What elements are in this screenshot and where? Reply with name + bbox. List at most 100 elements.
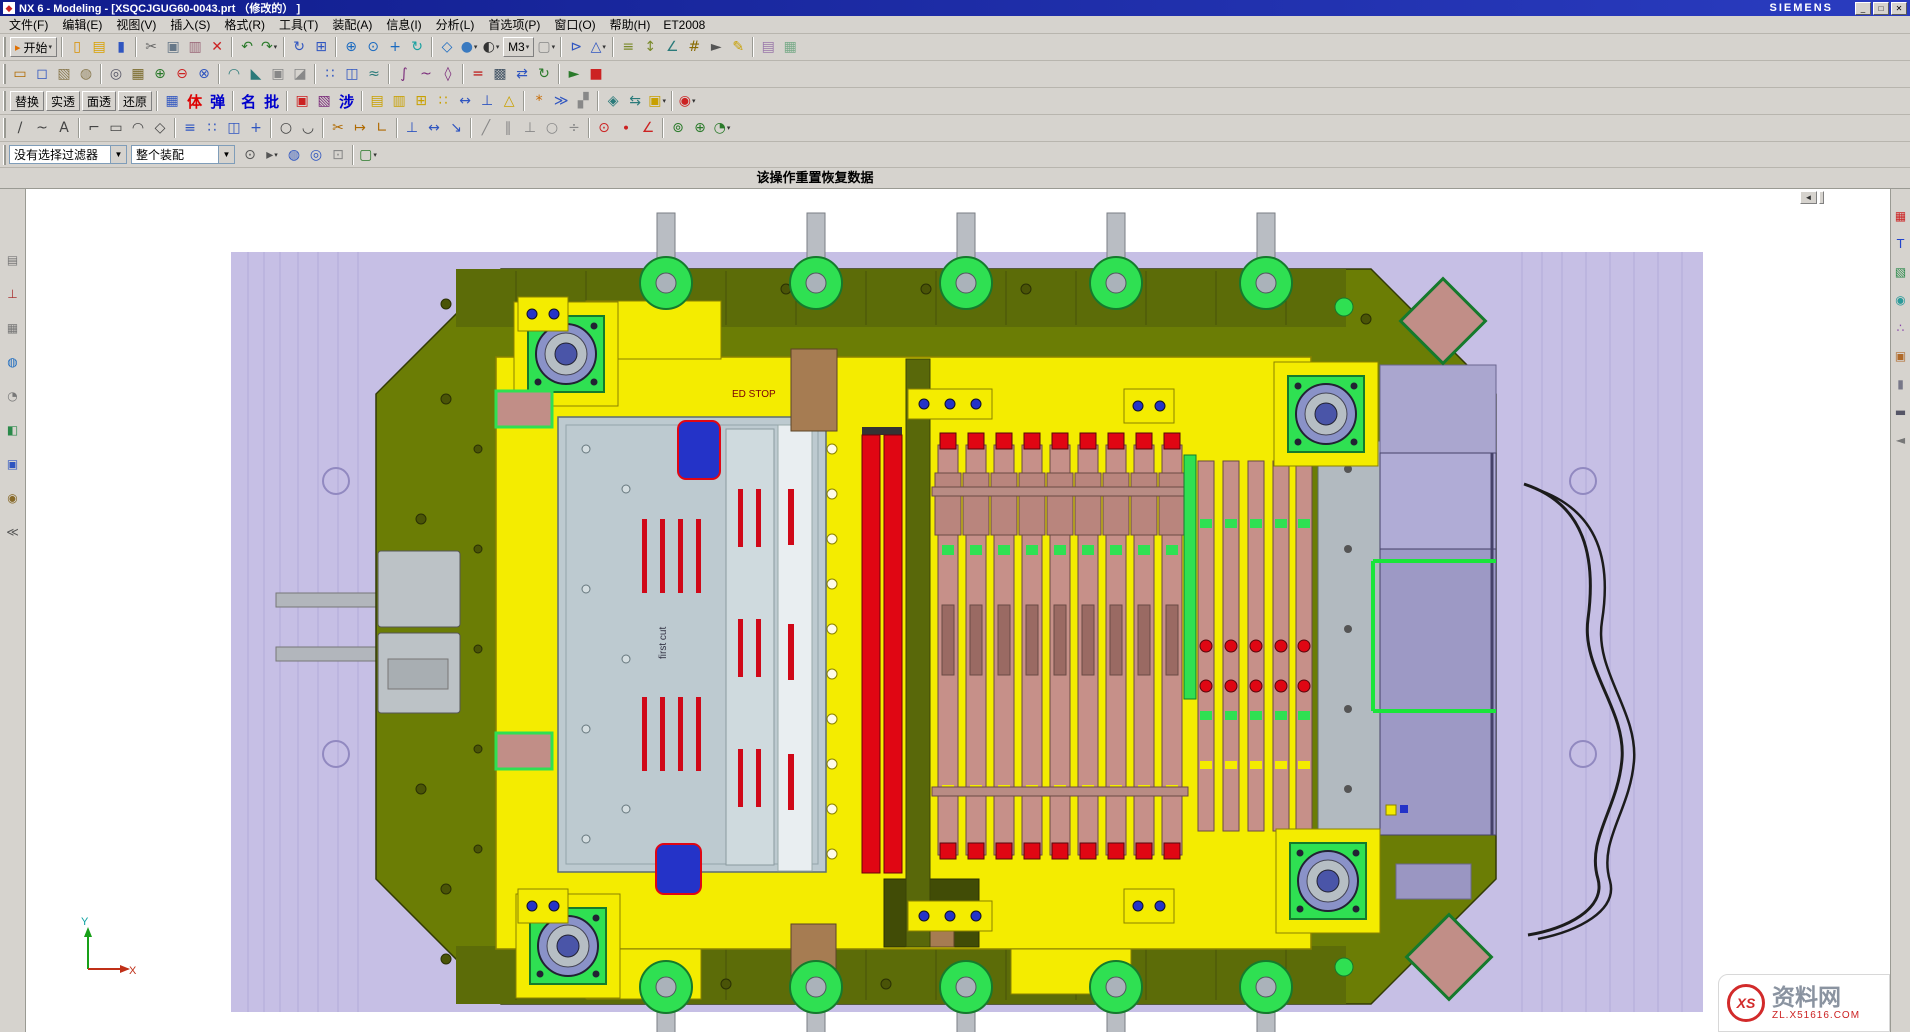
parallel-icon[interactable]: ∥	[497, 117, 519, 139]
menu-item-1[interactable]: 编辑(E)	[55, 16, 109, 33]
menu-item-7[interactable]: 信息(I)	[379, 16, 428, 33]
zoom-in-icon[interactable]: ⊕	[340, 36, 362, 58]
wave-geometry-icon[interactable]: ◈	[602, 90, 624, 112]
replace-reference-set-button[interactable]: 替换	[10, 91, 44, 111]
spring-tool-button[interactable]: 弹	[206, 91, 229, 112]
rotate-view-icon[interactable]: ↻	[406, 36, 428, 58]
new-file-icon[interactable]: ▯	[66, 36, 88, 58]
menu-item-6[interactable]: 装配(A)	[325, 16, 379, 33]
face-translucent-button[interactable]: 面透	[82, 91, 116, 111]
color-tool-icon[interactable]: ▣	[291, 90, 313, 112]
expression-icon[interactable]: =	[467, 63, 489, 85]
polygon-icon[interactable]: ◇	[149, 117, 171, 139]
measure-icon[interactable]: #	[683, 36, 705, 58]
undo-icon[interactable]: ↶	[236, 36, 258, 58]
pin-icon[interactable]: ▮	[1892, 375, 1910, 393]
fit-view-icon[interactable]: ⊞	[310, 36, 332, 58]
mirror-feature-icon[interactable]: ◫	[341, 63, 363, 85]
name-tool-button[interactable]: 名	[237, 91, 260, 112]
work-layer-icon[interactable]: ⊡	[327, 144, 349, 166]
play-icon[interactable]: ►	[563, 63, 585, 85]
drawer-icon[interactable]: ▬	[1892, 403, 1910, 421]
block-icon[interactable]: ▦	[127, 63, 149, 85]
selection-scope-combo[interactable]: 整个装配 ▼	[131, 145, 235, 164]
maximize-button[interactable]: □	[1873, 2, 1889, 15]
show-icon[interactable]: ◎	[305, 144, 327, 166]
chevron-down-icon[interactable]: ▼	[218, 146, 234, 163]
remember-constraints-icon[interactable]: △	[498, 90, 520, 112]
visibility-icon[interactable]: ▧	[313, 90, 335, 112]
menu-item-10[interactable]: 窗口(O)	[547, 16, 602, 33]
trim-body-icon[interactable]: ◪	[289, 63, 311, 85]
wireframe-toggle-icon[interactable]: ▦	[161, 90, 183, 112]
circle-3pt-icon[interactable]: ⊚	[667, 117, 689, 139]
solid-translucent-button[interactable]: 实透	[46, 91, 80, 111]
pocket-icon[interactable]: ▣	[1892, 347, 1910, 365]
text-icon[interactable]: A	[53, 117, 75, 139]
cut-icon[interactable]: ✂	[140, 36, 162, 58]
update-icon[interactable]: ↻	[533, 63, 555, 85]
angle-icon[interactable]: ∠	[637, 117, 659, 139]
toolbar-grip[interactable]	[3, 118, 6, 138]
ruled-icon[interactable]: ◊	[437, 63, 459, 85]
chevron-down-icon[interactable]: ▼	[110, 146, 126, 163]
move-layer-icon[interactable]: ↕	[639, 36, 661, 58]
profile-icon[interactable]: /	[9, 117, 31, 139]
quick-trim-icon[interactable]: ✂	[327, 117, 349, 139]
selection-filter-combo[interactable]: 没有选择过滤器 ▼	[9, 145, 127, 164]
spline-icon[interactable]: ~	[31, 117, 53, 139]
hide-icon[interactable]: ◍	[283, 144, 305, 166]
assembly-navigator-icon[interactable]: ▤	[4, 251, 22, 269]
move-component-icon[interactable]: ↔	[454, 90, 476, 112]
fillet-icon[interactable]: ◠	[127, 117, 149, 139]
background-icon[interactable]: ▢▾	[535, 36, 557, 58]
perspective-icon[interactable]: ◇	[436, 36, 458, 58]
internet-explorer-icon[interactable]: ◍	[4, 353, 22, 371]
boolean-subtract-icon[interactable]: ⊖	[171, 63, 193, 85]
start-menu-button[interactable]: ▸开始▾	[10, 37, 57, 57]
menu-item-4[interactable]: 格式(R)	[217, 16, 272, 33]
copy-icon[interactable]: ▣	[162, 36, 184, 58]
menu-item-11[interactable]: 帮助(H)	[603, 16, 658, 33]
zoom-icon[interactable]: ⊙	[362, 36, 384, 58]
hole-icon[interactable]: ◎	[105, 63, 127, 85]
info-icon[interactable]: ✎	[727, 36, 749, 58]
save-icon[interactable]: ▮	[110, 36, 132, 58]
toolbar-grip[interactable]	[3, 91, 6, 111]
collapse-panel-icon[interactable]: ≪	[4, 523, 22, 541]
redo-icon[interactable]: ↷▾	[258, 36, 280, 58]
edge-blend-icon[interactable]: ◠	[223, 63, 245, 85]
render-style-icon[interactable]: ◐▾	[480, 36, 502, 58]
delete-icon[interactable]: ✕	[206, 36, 228, 58]
menu-item-3[interactable]: 插入(S)	[163, 16, 217, 33]
arrangements-icon[interactable]: ▞	[572, 90, 594, 112]
part-module-icon[interactable]: ▩	[489, 63, 511, 85]
circle-center-icon[interactable]: ⊕	[689, 117, 711, 139]
shell-icon[interactable]: ▣	[267, 63, 289, 85]
sequence-icon[interactable]: ≫	[550, 90, 572, 112]
purple-slide-block[interactable]	[1380, 365, 1496, 899]
dimension-icon[interactable]: ↔	[423, 117, 445, 139]
toolbar-grip[interactable]	[3, 37, 6, 57]
right-gray-rail[interactable]	[1318, 441, 1380, 843]
assembly-constraints-icon[interactable]: ⊥	[476, 90, 498, 112]
batch-tool-button[interactable]: 批	[260, 91, 283, 112]
auto-dimension-icon[interactable]: ↘	[445, 117, 467, 139]
text-tool-icon[interactable]: T	[1892, 235, 1910, 253]
make-corner-icon[interactable]: ∟	[371, 117, 393, 139]
offset-curve-icon[interactable]: ≡	[179, 117, 201, 139]
line-2pt-icon[interactable]: ╱	[475, 117, 497, 139]
sketch-icon[interactable]: ▭	[9, 63, 31, 85]
point-on-curve-icon[interactable]: ⊙	[593, 117, 615, 139]
part-navigator-icon[interactable]: ▦	[4, 319, 22, 337]
datum-display-icon[interactable]: ∠	[661, 36, 683, 58]
menu-item-0[interactable]: 文件(F)	[2, 16, 55, 33]
scroll-left-button[interactable]: ◄	[1800, 191, 1817, 204]
process-studio-icon[interactable]: ▣	[4, 455, 22, 473]
view-overlay-icon[interactable]: ▦	[1892, 207, 1910, 225]
snap-options-icon[interactable]: ▸▾	[261, 144, 283, 166]
cluster-icon[interactable]: ∴	[1892, 319, 1910, 337]
sphere-set-icon[interactable]: ◉	[1892, 291, 1910, 309]
open-icon[interactable]: ▤	[88, 36, 110, 58]
graphics-window[interactable]: first cut	[26, 189, 1890, 1032]
